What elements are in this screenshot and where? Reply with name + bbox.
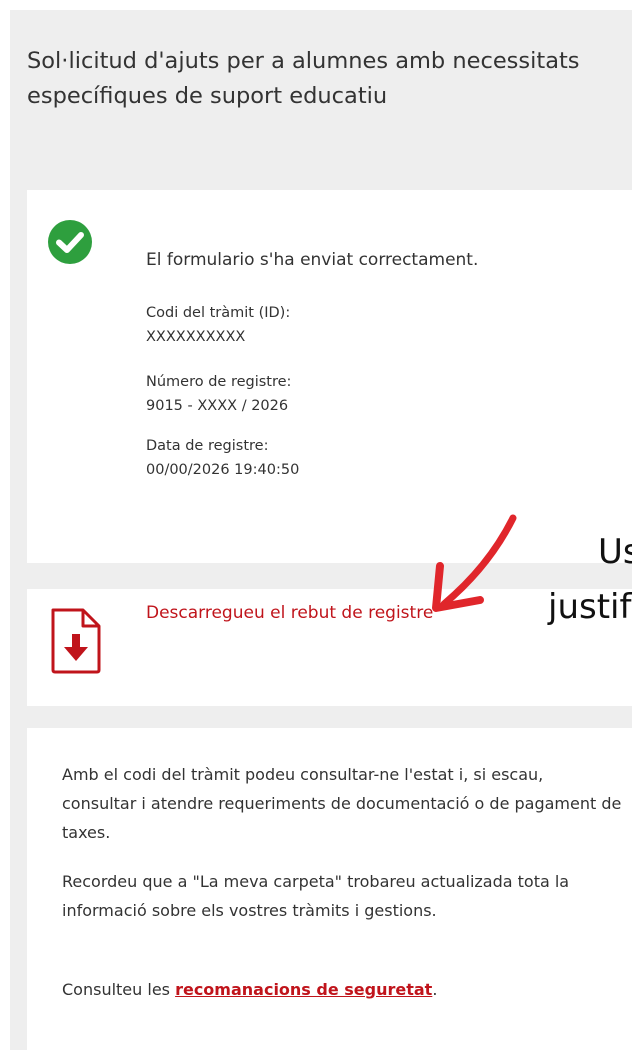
page-title: Sol·licitud d'ajuts per a alumnes amb ne… <box>27 48 580 109</box>
field-tramit-id: Codi del tràmit (ID): XXXXXXXXXX <box>146 301 290 349</box>
security-paragraph: Consulteu les recomanacions de seguretat… <box>62 975 622 1004</box>
field-value: 9015 - XXXX / 2026 <box>146 398 289 414</box>
security-suffix: . <box>432 980 438 999</box>
confirmation-message: El formulario s'ha enviat correctament. <box>146 250 479 270</box>
security-recommendations-link[interactable]: recomanacions de seguretat <box>175 980 432 999</box>
download-receipt-link[interactable]: Descarregueu el rebut de registre <box>146 601 433 625</box>
overlay-caption-line: Us <box>598 532 632 572</box>
overlay-caption-line: justif <box>548 587 632 627</box>
check-circle-icon <box>48 220 92 264</box>
pdf-download-icon[interactable] <box>49 607 103 675</box>
field-label: Data de registre: <box>146 438 269 454</box>
confirmation-card <box>27 190 632 563</box>
field-value: XXXXXXXXXX <box>146 329 246 345</box>
field-registre-date: Data de registre: 00/00/2026 19:40:50 <box>146 434 299 482</box>
field-value: 00/00/2026 19:40:50 <box>146 462 300 478</box>
red-arrow-icon <box>432 514 517 612</box>
info-paragraph: Recordeu que a "La meva carpeta" trobare… <box>62 872 570 920</box>
field-label: Número de registre: <box>146 374 292 390</box>
security-prefix: Consulteu les <box>62 980 176 999</box>
info-paragraph: Amb el codi del tràmit podeu consultar-n… <box>62 765 622 842</box>
field-registre-number: Número de registre: 9015 - XXXX / 2026 <box>146 370 291 418</box>
field-label: Codi del tràmit (ID): <box>146 305 291 321</box>
